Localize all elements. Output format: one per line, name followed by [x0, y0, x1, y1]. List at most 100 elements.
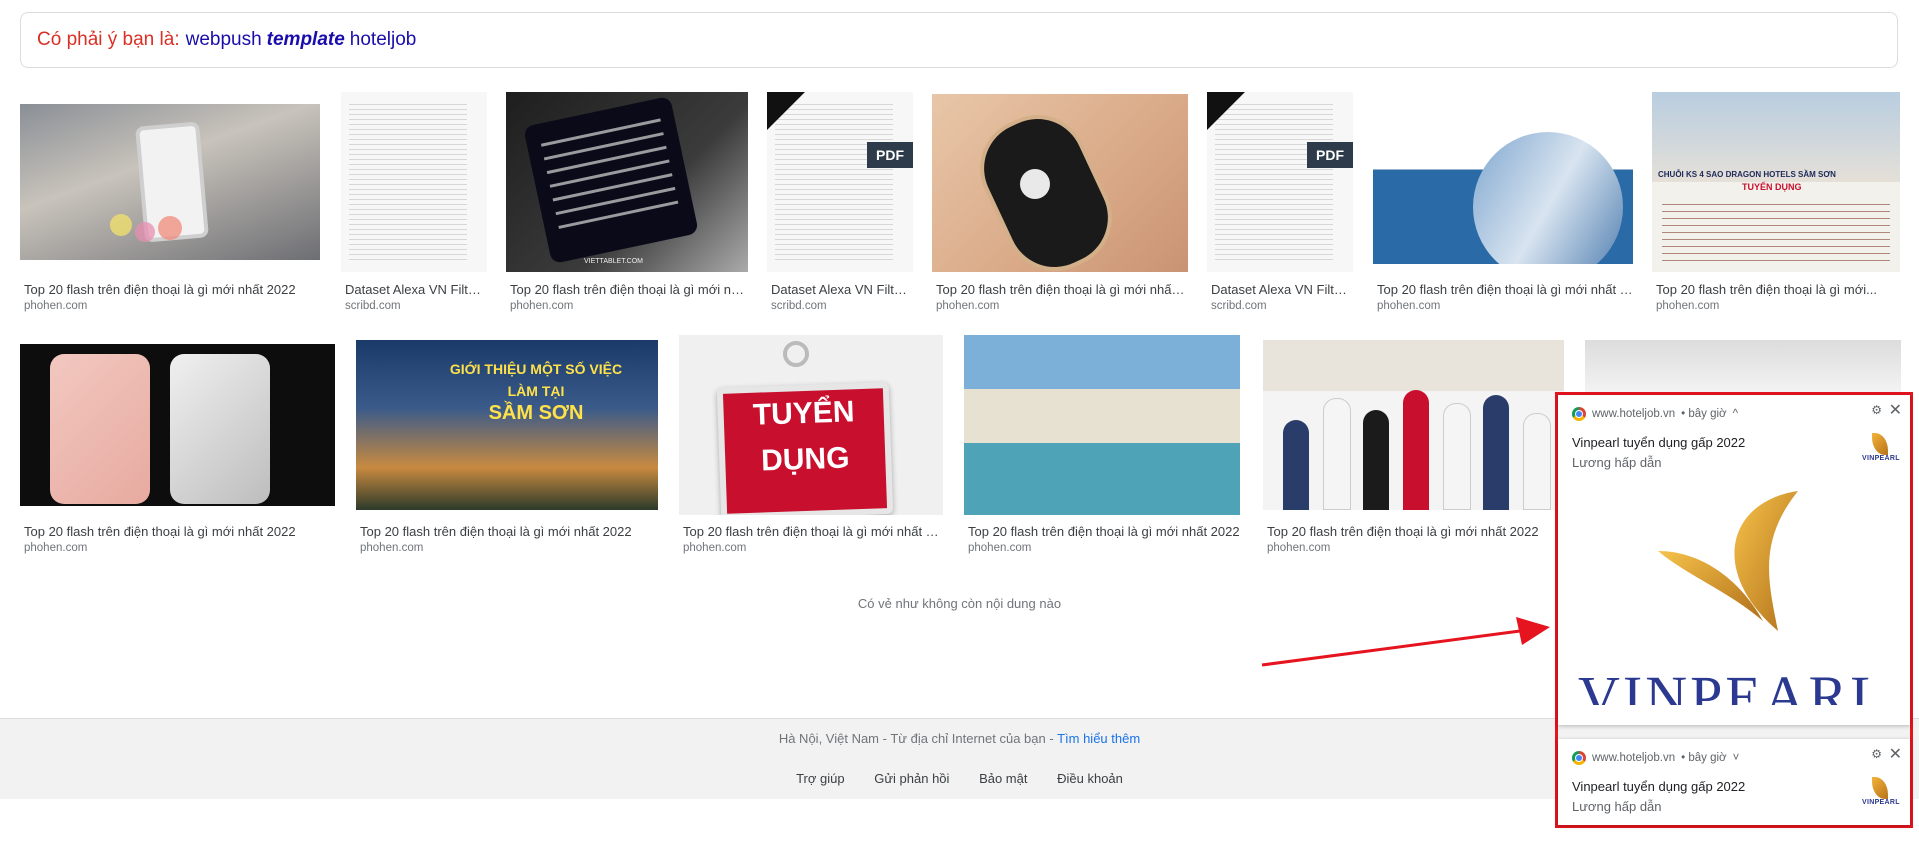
image-result[interactable]: GIỚI THIỆU MỘT SỐ VIỆC LÀM TẠI SẦM SƠN T… [356, 338, 658, 563]
person-graphic [1443, 403, 1471, 510]
phone-screen-graphic [523, 95, 699, 265]
result-source[interactable]: phohen.com [24, 542, 87, 554]
chrome-icon [1572, 751, 1586, 765]
result-thumbnail[interactable] [964, 335, 1240, 515]
phone-brand-text: VIETTABLET.COM [584, 258, 643, 265]
result-thumbnail[interactable] [20, 104, 320, 260]
result-caption[interactable]: Dataset Alexa VN Filter... [345, 282, 487, 297]
camera-flash-graphic [1020, 169, 1050, 199]
result-source[interactable]: scribd.com [1211, 300, 1267, 312]
result-caption[interactable]: Top 20 flash trên điện thoại là gì mới n… [1377, 282, 1633, 297]
samson-headline: GIỚI THIỆU MỘT SỐ VIỆC LÀM TẠI SẦM SƠN [436, 358, 636, 424]
result-thumbnail[interactable] [341, 92, 487, 272]
result-caption[interactable]: Top 20 flash trên điện thoại là gì mới n… [683, 524, 943, 539]
footer-link-privacy[interactable]: Bảo mật [979, 771, 1027, 786]
vinpearl-swoosh-icon [1872, 433, 1888, 455]
result-caption[interactable]: Top 20 flash trên điện thoại là gì mới n… [968, 524, 1240, 539]
image-result[interactable]: not willing to risk the usual, you settl… [1373, 92, 1633, 317]
image-result[interactable]: PDF Dataset Alexa VN Filter... scribd.co… [1207, 92, 1353, 317]
result-caption[interactable]: Top 20 flash trên điện thoại là gì mới n… [1267, 524, 1564, 539]
footer-link-terms[interactable]: Điều khoản [1057, 771, 1123, 786]
result-thumbnail[interactable]: GIỚI THIỆU MỘT SỐ VIỆC LÀM TẠI SẦM SƠN [356, 340, 658, 510]
suggestion-link-word2[interactable]: template [267, 29, 345, 51]
image-result[interactable]: Top 20 flash trên điện thoại là gì mới n… [20, 338, 335, 563]
footer-link-help[interactable]: Trợ giúp [796, 771, 845, 786]
result-caption[interactable]: Top 20 flash trên điện thoại là gì mới..… [1656, 282, 1900, 297]
silver-iphone-graphic [170, 354, 270, 504]
suggestion-link-word3[interactable]: hoteljob [350, 29, 417, 51]
result-caption[interactable]: Top 20 flash trên điện thoại là gì mới n… [510, 282, 748, 297]
result-thumbnail[interactable]: TUYỂN DỤNG [679, 335, 943, 515]
close-icon[interactable]: ✕ [1889, 744, 1902, 764]
result-thumbnail[interactable]: VIETTABLET.COM [506, 92, 748, 272]
result-thumbnail[interactable] [1263, 340, 1564, 510]
result-caption[interactable]: Top 20 flash trên điện thoại là gì mới n… [360, 524, 658, 539]
result-source[interactable]: phohen.com [510, 300, 573, 312]
result-thumbnail[interactable]: not willing to risk the usual, you settl… [1373, 92, 1633, 264]
samson-line2: SẦM SƠN [488, 402, 584, 424]
bokeh-graphic [135, 222, 155, 242]
result-source[interactable]: phohen.com [1377, 300, 1440, 312]
vinpearl-logo-word: VINPEARL [1862, 799, 1900, 806]
notification-collapsed[interactable]: www.hoteljob.vn • bây giờ ˅ ⚙ ✕ Vinpearl… [1558, 739, 1910, 825]
notification-time: • bây giờ [1681, 752, 1727, 764]
hiring-sign: TUYỂN DỤNG [716, 382, 894, 515]
pdf-badge: PDF [867, 142, 913, 168]
person-graphic [1483, 395, 1509, 510]
result-caption[interactable]: Top 20 flash trên điện thoại là gì mới n… [24, 524, 335, 539]
notification-site: www.hoteljob.vn [1592, 752, 1676, 764]
suggestion-prefix: Có phải ý bạn là: [37, 29, 180, 50]
learn-more-link[interactable]: Tìm hiểu thêm [1057, 731, 1140, 746]
chevron-down-icon[interactable]: ˅ [1733, 752, 1740, 764]
image-result[interactable]: Top 20 flash trên điện thoại là gì mới n… [20, 92, 320, 317]
result-thumbnail[interactable] [1585, 340, 1901, 392]
image-result[interactable]: TUYỂN DỤNG Top 20 flash trên điện thoại … [679, 335, 943, 563]
image-result[interactable]: CHUỖI KS 4 SAO DRAGON HOTELS SẦM SƠN TUY… [1652, 92, 1900, 317]
result-source[interactable]: phohen.com [360, 542, 423, 554]
gear-icon[interactable]: ⚙ [1871, 747, 1882, 761]
result-thumbnail[interactable]: CHUỖI KS 4 SAO DRAGON HOTELS SẦM SƠN TUY… [1652, 92, 1900, 272]
result-thumbnail[interactable] [20, 344, 335, 506]
result-source[interactable]: scribd.com [345, 300, 401, 312]
result-caption[interactable]: Dataset Alexa VN Filter... [1211, 282, 1353, 297]
result-thumbnail[interactable] [932, 94, 1188, 272]
person-graphic [1523, 413, 1551, 510]
person-graphic [1363, 410, 1389, 510]
notification-time: • bây giờ [1681, 408, 1727, 420]
chrome-icon [1572, 407, 1586, 421]
image-result[interactable]: Dataset Alexa VN Filter... scribd.com [341, 92, 487, 317]
result-thumbnail[interactable]: PDF [1207, 92, 1353, 272]
notification-expanded[interactable]: www.hoteljob.vn • bây giờ ^ ⚙ ✕ Vinpearl… [1558, 395, 1910, 725]
building-quote-text: not willing to risk the usual, you settl… [1383, 143, 1491, 166]
image-result[interactable]: Top 20 flash trên điện thoại là gì mới n… [964, 335, 1240, 563]
result-source[interactable]: phohen.com [936, 300, 999, 312]
image-result[interactable]: Top 20 flash trên điện thoại là gì mới n… [932, 92, 1188, 317]
image-result[interactable]: PDF Dataset Alexa VN Filter... scribd.co… [767, 92, 913, 317]
gear-icon[interactable]: ⚙ [1871, 403, 1882, 417]
pdf-badge: PDF [1307, 142, 1353, 168]
image-result[interactable]: VIETTABLET.COM Top 20 flash trên điện th… [506, 92, 748, 317]
vinpearl-swoosh-icon [1872, 777, 1888, 799]
suggestion-link-word1[interactable]: webpush [186, 29, 262, 51]
samson-line1: GIỚI THIỆU MỘT SỐ VIỆC LÀM TẠI [449, 361, 623, 399]
result-thumbnail[interactable]: PDF [767, 92, 913, 272]
result-caption[interactable]: Top 20 flash trên điện thoại là gì mới n… [24, 282, 320, 297]
result-source[interactable]: phohen.com [1656, 300, 1719, 312]
result-source[interactable]: phohen.com [968, 542, 1031, 554]
footer-link-feedback[interactable]: Gửi phản hồi [874, 771, 949, 786]
close-icon[interactable]: ✕ [1889, 400, 1902, 420]
hotel-text-lines [1662, 198, 1890, 266]
pink-iphone-graphic [50, 354, 150, 504]
chevron-up-icon[interactable]: ^ [1733, 408, 1738, 420]
image-result[interactable]: Top 20 flash trên điện thoại là gì mới n… [1263, 338, 1564, 563]
result-source[interactable]: phohen.com [24, 300, 87, 312]
result-source[interactable]: phohen.com [1267, 542, 1330, 554]
result-caption[interactable]: Top 20 flash trên điện thoại là gì mới n… [936, 282, 1188, 297]
result-source[interactable]: phohen.com [683, 542, 746, 554]
result-source[interactable]: scribd.com [771, 300, 827, 312]
vinpearl-large-word: VINPEARL [1578, 664, 1889, 705]
result-caption[interactable]: Dataset Alexa VN Filter... [771, 282, 913, 297]
vinpearl-logo-small: VINPEARL [1862, 433, 1899, 462]
notification-body: Lương hấp dẫn [1572, 455, 1662, 470]
image-result[interactable] [1585, 340, 1901, 392]
